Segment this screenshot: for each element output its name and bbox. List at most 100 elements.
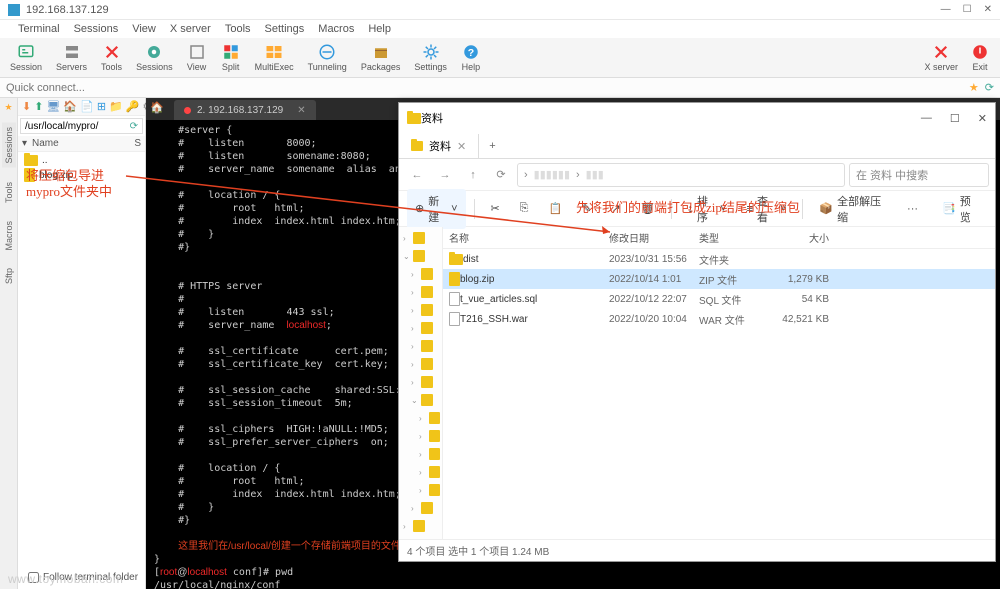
back-button[interactable]: ← [405,163,429,187]
file-row[interactable]: blog.zip2022/10/14 1:01ZIP 文件1,279 KB [443,269,995,289]
view-button[interactable]: View [181,41,213,74]
tunneling-button[interactable]: Tunneling [302,41,353,74]
menu-xserver[interactable]: X server [170,23,211,35]
upload-icon[interactable]: ⬆ [34,100,43,113]
explorer-addressbar: ← → ↑ ⟳ › ▮▮▮▮▮▮ › ▮▮▮ 在 资料 中搜索 [399,159,995,191]
refresh-icon[interactable]: ⟳ [985,81,994,94]
sidebar: ⬇ ⬆ 🖥 🏠 📄 ⊞ 📁 🔑 ⚙ /usr/local/mypro/ ⟳ ▾ … [18,98,146,589]
rename-icon[interactable]: ✎ [574,198,599,219]
computer-icon[interactable]: 🖥 [46,100,60,113]
folder-icon[interactable]: 📁 [109,100,123,113]
close-button[interactable]: ✕ [984,4,992,15]
explorer-list: 名称 修改日期 类型 大小 dist2023/10/31 15:56文件夹blo… [443,227,995,539]
packages-button[interactable]: Packages [355,41,407,74]
sidebar-header: ▾ Name S [18,136,145,152]
forward-button[interactable]: → [433,163,457,187]
menu-tools[interactable]: Tools [225,23,251,35]
status-dot-icon [184,107,191,114]
more-button[interactable]: ··· [899,199,926,219]
exit-button[interactable]: Exit [964,41,996,74]
file-row[interactable]: dist2023/10/31 15:56文件夹 [443,249,995,269]
sidebar-item-up[interactable]: .. [20,154,143,167]
tab-sessions[interactable]: Sessions [2,123,16,168]
window-title: 192.168.137.129 [26,4,941,16]
xserver-button[interactable]: X server [918,41,964,74]
tab-macros[interactable]: Macros [2,217,16,255]
star-icon[interactable]: ★ [969,81,979,94]
download-icon[interactable]: ⬇ [22,100,31,113]
split-button[interactable]: Split [215,41,247,74]
quick-connect-input[interactable] [6,82,963,94]
sidebar-path[interactable]: /usr/local/mypro/ ⟳ [20,118,143,134]
minimize-button[interactable]: — [941,4,951,15]
cut-icon[interactable]: ✂ [482,198,507,219]
menu-macros[interactable]: Macros [318,23,354,35]
settings-button[interactable]: Settings [408,41,453,74]
col-s[interactable]: S [121,138,141,149]
maximize-button[interactable]: ☐ [963,4,972,15]
menu-terminal[interactable]: Terminal [18,23,60,35]
preview-button[interactable]: 📑 预览 [934,189,987,229]
doc-icon[interactable]: 📄 [80,100,94,113]
view-button[interactable]: ≡ 查看 ˅ [739,189,795,229]
new-button[interactable]: ⊕ 新建 ˅ [407,189,466,229]
search-input[interactable]: 在 资料 中搜索 [849,163,989,187]
explorer-close[interactable]: ✕ [978,112,987,125]
folder-icon [449,254,463,265]
explorer-tab[interactable]: 资料 ✕ [399,134,479,158]
left-tabs: ★ Sessions Tools Macros Sftp [0,98,18,589]
col-name[interactable]: 名称 [449,230,609,245]
servers-button[interactable]: Servers [50,41,93,74]
win-icon[interactable]: ⊞ [97,100,106,113]
col-date[interactable]: 修改日期 [609,230,699,245]
menu-settings[interactable]: Settings [265,23,305,35]
tab-sftp[interactable]: Sftp [2,264,16,288]
refresh-button[interactable]: ⟳ [489,163,513,187]
titlebar: 192.168.137.129 — ☐ ✕ [0,0,1000,20]
tab-tools[interactable]: Tools [2,178,16,207]
tab-folder-icon [411,141,423,151]
help-button[interactable]: ?Help [455,41,487,74]
svg-text:?: ? [468,47,474,59]
sidebar-toolbar: ⬇ ⬆ 🖥 🏠 📄 ⊞ 📁 🔑 ⚙ [18,98,145,116]
zip-icon [24,168,35,182]
file-row[interactable]: T216_SSH.war2022/10/20 10:04WAR 文件42,521… [443,309,995,329]
col-type[interactable]: 类型 [699,230,769,245]
sidebar-item-blog[interactable]: blog.zip [20,167,143,183]
sort-button[interactable]: ↕ 排序 ˅ [680,189,735,229]
terminal-tab[interactable]: 2. 192.168.137.129 ✕ [174,100,316,120]
sidebar-list: .. blog.zip [18,152,145,589]
up-button[interactable]: ↑ [461,163,485,187]
share-icon[interactable]: ↗ [603,198,628,219]
key-icon[interactable]: 🔑 [126,100,140,113]
explorer-new-tab[interactable]: + [479,134,505,158]
col-name[interactable]: Name [32,138,121,149]
explorer-tree[interactable]: › ⌄ › › › › › › › ⌄ › › › › › › › [399,227,443,539]
explorer-tab-close[interactable]: ✕ [457,140,466,153]
explorer-minimize[interactable]: — [921,112,932,125]
tab-close-icon[interactable]: ✕ [297,105,305,116]
address-box[interactable]: › ▮▮▮▮▮▮ › ▮▮▮ [517,163,845,187]
tab-star-icon[interactable]: ★ [4,102,12,113]
explorer-status: 4 个项目 选中 1 个项目 1.24 MB [399,539,995,561]
file-row[interactable]: t_vue_articles.sql2022/10/12 22:07SQL 文件… [443,289,995,309]
delete-icon[interactable]: 🗑 [633,198,663,219]
explorer-content: › ⌄ › › › › › › › ⌄ › › › › › › › 名称 修改日… [399,227,995,539]
terminal-home-icon[interactable]: 🏠 [150,101,166,117]
menu-help[interactable]: Help [368,23,391,35]
sessions-button[interactable]: Sessions [130,41,179,74]
zip-icon [449,272,460,286]
explorer-columns: 名称 修改日期 类型 大小 [443,227,995,249]
copy-icon[interactable]: ⎘ [512,198,537,219]
multiexec-button[interactable]: MultiExec [249,41,300,74]
explorer-maximize[interactable]: ☐ [950,112,960,125]
paste-icon[interactable]: 📋 [540,198,570,219]
path-refresh-icon[interactable]: ⟳ [130,121,138,132]
home-icon[interactable]: 🏠 [63,100,77,113]
col-size[interactable]: 大小 [769,230,829,245]
extract-button[interactable]: 📦 全部解压缩 [811,189,895,229]
tools-button[interactable]: Tools [95,41,128,74]
menu-view[interactable]: View [132,23,156,35]
menu-sessions[interactable]: Sessions [74,23,119,35]
session-button[interactable]: Session [4,41,48,74]
